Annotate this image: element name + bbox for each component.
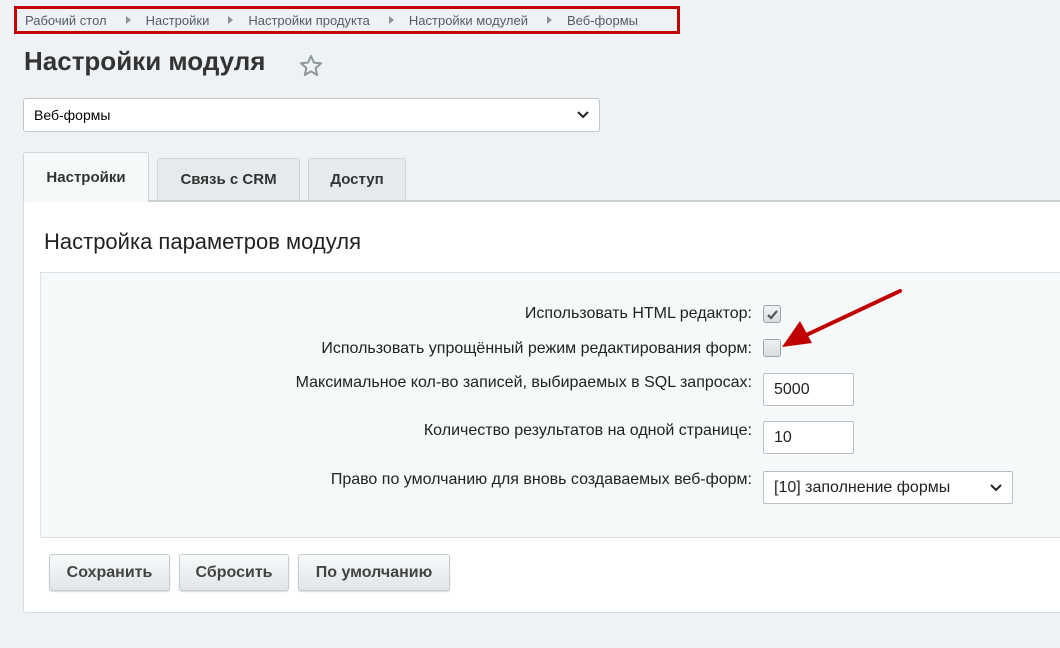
tab-crm[interactable]: Связь с CRM [157, 158, 300, 200]
default-right-select[interactable]: [10] заполнение формы [763, 471, 1013, 504]
default-button[interactable]: По умолчанию [298, 554, 450, 591]
section-title: Настройка параметров модуля [44, 229, 361, 254]
simple-mode-checkbox[interactable] [763, 339, 781, 357]
breadcrumb-module-settings[interactable]: Настройки модулей [409, 13, 528, 28]
module-select[interactable]: Веб-формы [23, 98, 600, 132]
tab-settings-label: Настройки [46, 169, 126, 186]
breadcrumb-desktop[interactable]: Рабочий стол [25, 13, 107, 28]
max-records-input[interactable]: 5000 [763, 373, 854, 406]
breadcrumb: Рабочий стол Настройки Настройки продукт… [14, 6, 680, 34]
results-per-page-label: Количество результатов на одной странице… [423, 422, 752, 439]
simple-mode-label: Использовать упрощённый режим редактиров… [321, 340, 752, 357]
max-records-label: Максимальное кол-во записей, выбираемых … [295, 374, 752, 391]
breadcrumb-separator-icon [547, 16, 553, 24]
breadcrumb-web-forms[interactable]: Веб-формы [567, 13, 638, 28]
default-right-label: Право по умолчанию для вновь создаваемых… [330, 471, 752, 488]
results-per-page-input[interactable]: 10 [763, 421, 854, 454]
tab-access[interactable]: Доступ [308, 158, 406, 200]
page-title: Настройки модуля [24, 46, 266, 76]
star-icon[interactable] [299, 54, 323, 78]
breadcrumb-settings[interactable]: Настройки [146, 13, 210, 28]
module-select-value: Веб-формы [34, 107, 111, 123]
red-arrow-icon [782, 289, 902, 347]
html-editor-label: Использовать HTML редактор: [524, 305, 752, 322]
reset-button[interactable]: Сбросить [179, 554, 289, 591]
tab-access-label: Доступ [330, 171, 384, 188]
breadcrumb-separator-icon [125, 16, 131, 24]
breadcrumb-separator-icon [388, 16, 394, 24]
html-editor-checkbox[interactable] [763, 305, 781, 323]
breadcrumb-separator-icon [228, 16, 234, 24]
chevron-down-icon [577, 111, 589, 119]
save-button[interactable]: Сохранить [49, 554, 170, 591]
tab-crm-label: Связь с CRM [180, 171, 277, 188]
tab-settings[interactable]: Настройки [23, 152, 149, 202]
checkmark-icon [767, 310, 778, 320]
default-right-value: [10] заполнение формы [774, 479, 951, 496]
breadcrumb-product-settings[interactable]: Настройки продукта [248, 13, 370, 28]
chevron-down-icon [990, 484, 1002, 492]
